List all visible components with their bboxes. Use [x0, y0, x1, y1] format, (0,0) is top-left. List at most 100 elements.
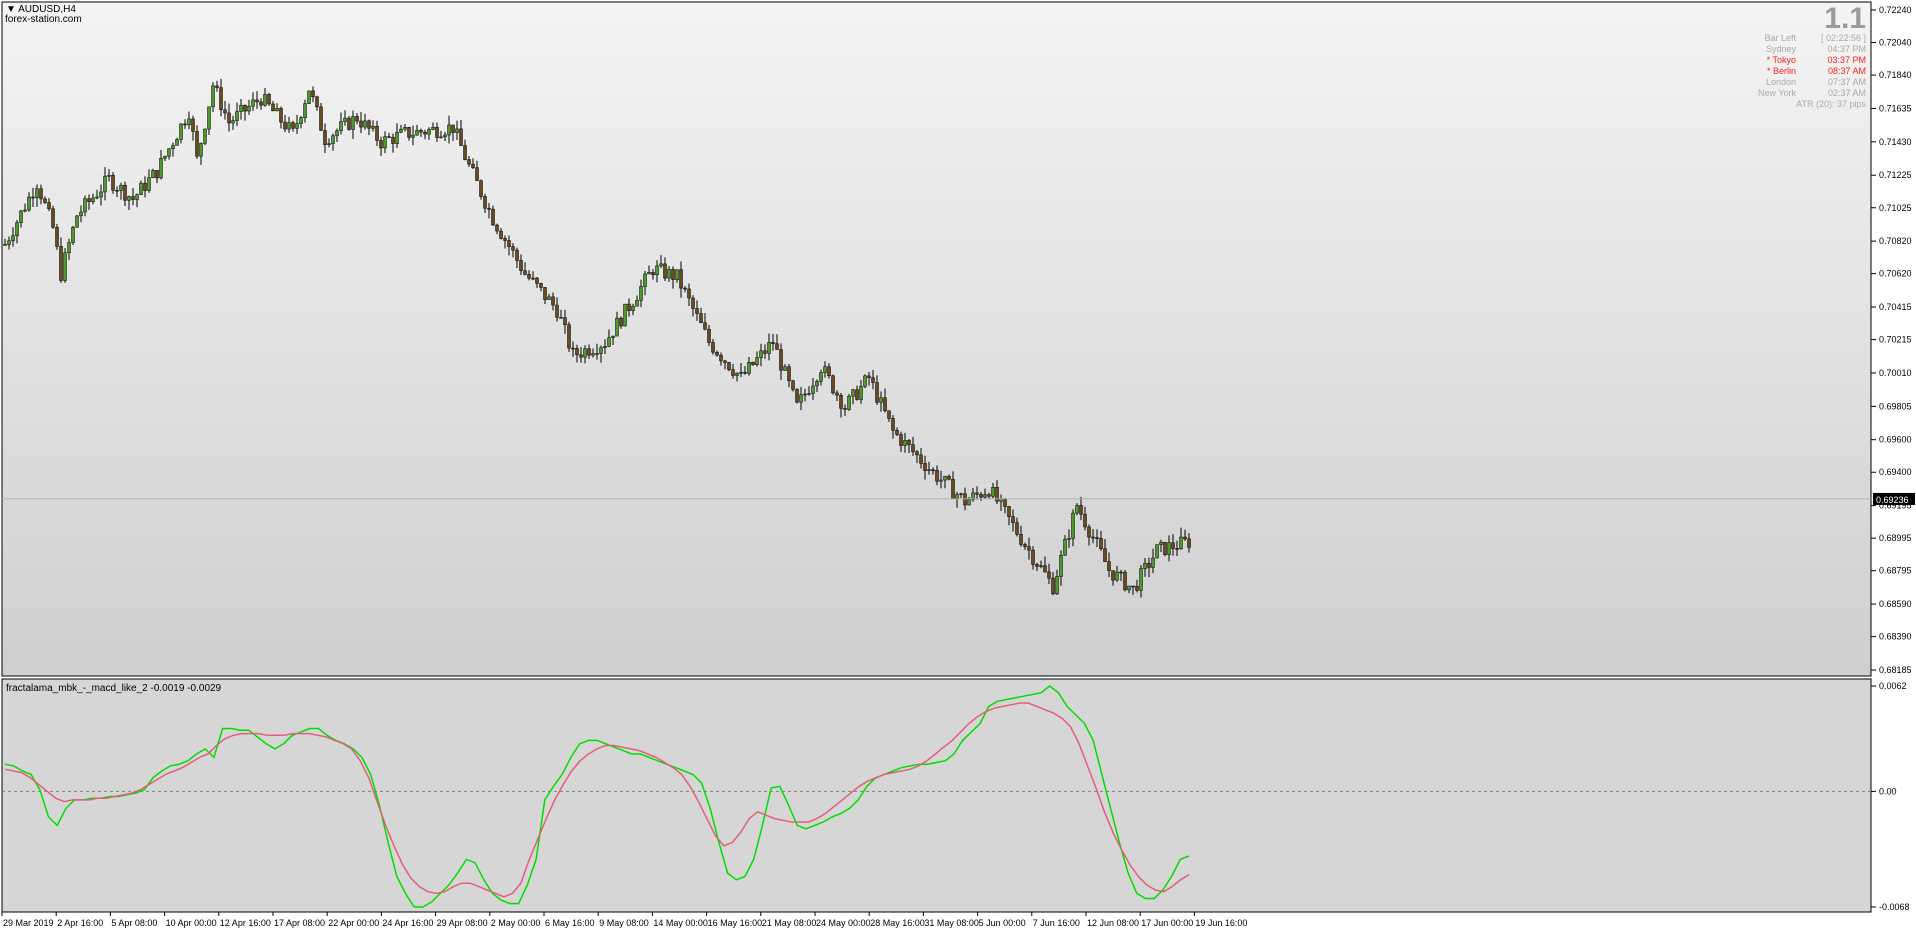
candle-body [987, 494, 991, 497]
candle-body [463, 145, 467, 160]
candle-body [191, 118, 195, 132]
candle-body [95, 196, 99, 199]
candle-body [199, 143, 203, 157]
candle-body [467, 159, 471, 165]
candle-body [83, 198, 87, 213]
candle-body [647, 272, 651, 275]
candle-body [511, 246, 515, 251]
candle-body [775, 343, 779, 350]
candle-body [675, 269, 679, 280]
candle-body [3, 244, 7, 246]
candle-body [667, 269, 671, 279]
candle-body [39, 188, 43, 200]
session-label: * Tokyo [1766, 55, 1796, 65]
candle-body [99, 191, 103, 198]
candle-body [139, 182, 143, 195]
candle-body [863, 375, 867, 387]
candle-body [747, 361, 751, 374]
candle-body [711, 342, 715, 353]
candle-body [707, 328, 711, 343]
candle-body [327, 143, 331, 145]
session-value: 07:37 AM [1827, 77, 1866, 87]
candle-body [1099, 538, 1103, 549]
candle-body [911, 444, 915, 453]
y-tick-label: 0.72040 [1879, 38, 1912, 48]
candle-body [1075, 505, 1079, 514]
candle-body [579, 354, 583, 358]
candle-body [939, 479, 943, 482]
candle-body [639, 286, 643, 301]
candle-body [1035, 564, 1039, 567]
x-tick-label: 6 May 16:00 [545, 918, 595, 928]
candle-body [659, 263, 663, 267]
candle-body [311, 90, 315, 98]
candle-body [383, 136, 387, 149]
candle-body [123, 184, 127, 201]
candle-body [235, 111, 239, 121]
y-tick-label: 0.71430 [1879, 137, 1912, 147]
candle-body [1103, 548, 1107, 562]
candle-body [575, 348, 579, 356]
candle-body [151, 170, 155, 178]
candle-body [1119, 571, 1123, 574]
candle-body [1123, 571, 1127, 591]
candle-body [959, 493, 963, 495]
candle-body [183, 123, 187, 126]
candle-body [755, 357, 759, 365]
candle-body [999, 498, 1003, 502]
candle-body [871, 377, 875, 383]
candle-body [615, 317, 619, 337]
candle-body [455, 128, 459, 133]
x-tick-label: 12 Apr 16:00 [220, 918, 271, 928]
candle-body [403, 127, 407, 130]
candle-body [263, 94, 267, 106]
candle-body [1163, 541, 1167, 555]
candle-body [887, 410, 891, 419]
candle-body [839, 394, 843, 409]
candle-body [167, 148, 171, 157]
candle-body [1019, 534, 1023, 545]
candle-body [843, 408, 847, 410]
candle-body [451, 124, 455, 133]
candle-body [295, 123, 299, 129]
price-panel-bg [1, 1, 1872, 677]
candle-body [635, 300, 639, 307]
candle-body [1071, 512, 1075, 539]
candle-body [1031, 549, 1035, 565]
y-tick-label: 0.71840 [1879, 70, 1912, 80]
candle-body [1087, 526, 1091, 538]
candle-body [1155, 544, 1159, 559]
candle-body [347, 117, 351, 130]
atr-readout: ATR (20): 37 pips [1796, 99, 1866, 109]
session-row: London 07:37 AM [1736, 77, 1866, 88]
candle-body [811, 385, 815, 394]
x-tick-label: 17 Apr 08:00 [274, 918, 325, 928]
candle-body [899, 434, 903, 446]
y-tick-label: 0.72240 [1879, 5, 1912, 15]
candle-body [335, 130, 339, 137]
candle-body [1147, 563, 1151, 568]
candle-body [275, 108, 279, 112]
candle-body [607, 337, 611, 347]
candle-body [207, 106, 211, 130]
session-row: New York 02:37 AM [1736, 88, 1866, 99]
candle-body [779, 349, 783, 371]
candle-body [271, 103, 275, 112]
candle-body [79, 211, 83, 217]
y-tick-label: 0.69600 [1879, 435, 1912, 445]
candle-body [739, 372, 743, 374]
candle-body [471, 163, 475, 168]
x-tick-label: 31 May 08:00 [924, 918, 979, 928]
session-label: * Berlin [1766, 66, 1796, 76]
candle-body [1183, 536, 1187, 540]
candle-body [1111, 570, 1115, 581]
candle-body [507, 240, 511, 247]
candle-body [307, 90, 311, 104]
candle-body [1079, 505, 1083, 515]
x-tick-label: 24 May 00:00 [816, 918, 871, 928]
session-value: 04:37 PM [1827, 44, 1866, 54]
candle-body [927, 469, 931, 471]
indicator-panel-bg [1, 678, 1872, 913]
candle-body [1023, 544, 1027, 547]
candle-body [567, 324, 571, 349]
